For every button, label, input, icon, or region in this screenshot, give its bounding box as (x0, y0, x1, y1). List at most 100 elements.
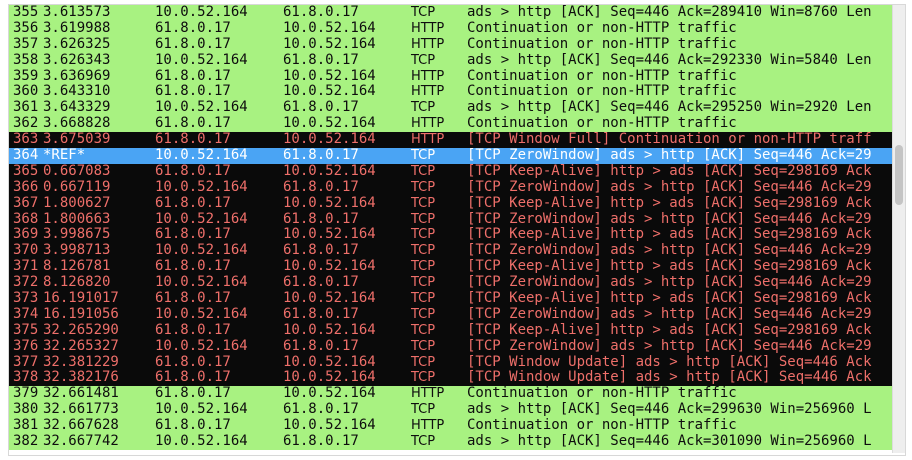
packet-protocol: TCP (411, 322, 436, 338)
packet-row[interactable]: 365 0.667083 61.8.0.17 10.0.52.164 TCP [TCP K… (9, 163, 892, 180)
packet-number: 375 (13, 322, 39, 338)
packet-time: 32.265290 (43, 322, 119, 338)
packet-protocol: TCP (411, 275, 436, 291)
packet-number: 365 (13, 163, 39, 179)
packet-destination: 10.0.52.164 (283, 354, 376, 370)
packet-protocol: TCP (411, 434, 436, 450)
packet-protocol: TCP (411, 179, 436, 195)
packet-row[interactable]: 375 32.265290 61.8.0.17 10.0.52.164 TCP [TCP … (9, 322, 892, 339)
packet-time: 3.643310 (43, 84, 111, 100)
packet-source: 10.0.52.164 (155, 211, 248, 227)
packet-row[interactable]: 364 *REF* 10.0.52.164 61.8.0.17 TCP [TCP Zero… (9, 148, 892, 164)
packet-source: 61.8.0.17 (155, 322, 231, 338)
packet-time: 3.619988 (43, 20, 111, 36)
packet-source: 61.8.0.17 (155, 227, 231, 243)
packet-row[interactable]: 357 3.626325 61.8.0.17 10.0.52.164 HTTP Conti… (9, 36, 892, 53)
packet-row[interactable]: 367 1.800627 61.8.0.17 10.0.52.164 TCP [TCP K… (9, 195, 892, 212)
packet-source: 61.8.0.17 (155, 84, 231, 100)
packet-info: [TCP Keep-Alive] http > ads [ACK] Seq=29… (467, 291, 872, 307)
packet-protocol: TCP (411, 5, 436, 20)
packet-info: ads > http [ACK] Seq=446 Ack=299630 Win=… (467, 402, 872, 418)
packet-destination: 10.0.52.164 (283, 227, 376, 243)
packet-destination: 61.8.0.17 (283, 148, 359, 164)
packet-row[interactable]: 379 32.661481 61.8.0.17 10.0.52.164 HTTP Cont… (9, 386, 892, 403)
packet-time: 3.636969 (43, 68, 111, 84)
packet-info: Continuation or non-HTTP traffic (467, 20, 737, 36)
packet-row[interactable]: 371 8.126781 61.8.0.17 10.0.52.164 TCP [TCP K… (9, 259, 892, 276)
packet-row[interactable]: 380 32.661773 10.0.52.164 61.8.0.17 TCP ads >… (9, 402, 892, 419)
packet-row[interactable]: 378 32.382176 61.8.0.17 10.0.52.164 TCP [TCP … (9, 370, 892, 387)
packet-number: 373 (13, 291, 39, 307)
packet-info: Continuation or non-HTTP traffic (467, 418, 737, 434)
packet-source: 61.8.0.17 (155, 418, 231, 434)
packet-number: 356 (13, 20, 39, 36)
packet-row[interactable]: 360 3.643310 61.8.0.17 10.0.52.164 HTTP Conti… (9, 84, 892, 101)
packet-row[interactable]: 363 3.675039 61.8.0.17 10.0.52.164 HTTP [TCP … (9, 132, 892, 149)
packet-row[interactable]: 376 32.265327 10.0.52.164 61.8.0.17 TCP [TCP … (9, 338, 892, 355)
packet-destination: 10.0.52.164 (283, 418, 376, 434)
packet-destination: 61.8.0.17 (283, 52, 359, 68)
packet-protocol: TCP (411, 52, 436, 68)
packet-info: [TCP Keep-Alive] http > ads [ACK] Seq=29… (467, 259, 872, 275)
packet-time: 16.191056 (43, 306, 119, 322)
packet-source: 10.0.52.164 (155, 275, 248, 291)
packet-info: [TCP ZeroWindow] ads > http [ACK] Seq=44… (467, 306, 872, 322)
packet-destination: 10.0.52.164 (283, 132, 376, 148)
packet-destination: 10.0.52.164 (283, 259, 376, 275)
packet-source: 10.0.52.164 (155, 402, 248, 418)
packet-time: 16.191017 (43, 291, 119, 307)
packet-row[interactable]: 381 32.667628 61.8.0.17 10.0.52.164 HTTP Cont… (9, 418, 892, 435)
packet-number: 362 (13, 116, 39, 132)
packet-destination: 10.0.52.164 (283, 84, 376, 100)
packet-time: 0.667119 (43, 179, 111, 195)
scrollbar-thumb[interactable] (895, 145, 903, 205)
packet-row[interactable]: 356 3.619988 61.8.0.17 10.0.52.164 HTTP Conti… (9, 20, 892, 37)
packet-protocol: HTTP (411, 36, 445, 52)
packet-time: 32.381229 (43, 354, 119, 370)
packet-source: 10.0.52.164 (155, 52, 248, 68)
packet-destination: 10.0.52.164 (283, 195, 376, 211)
packet-source: 61.8.0.17 (155, 259, 231, 275)
packet-row[interactable]: 369 3.998675 61.8.0.17 10.0.52.164 TCP [TCP K… (9, 227, 892, 244)
packet-time: 1.800663 (43, 211, 111, 227)
packet-source: 10.0.52.164 (155, 148, 248, 164)
packet-time: 3.626325 (43, 36, 111, 52)
packet-number: 378 (13, 370, 39, 386)
packet-row[interactable]: 368 1.800663 10.0.52.164 61.8.0.17 TCP [TCP Z… (9, 211, 892, 228)
packet-time: 3.613573 (43, 5, 111, 20)
packet-row[interactable]: 374 16.191056 10.0.52.164 61.8.0.17 TCP [TCP … (9, 306, 892, 323)
packet-row[interactable]: 382 32.667742 10.0.52.164 61.8.0.17 TCP ads >… (9, 434, 892, 450)
packet-info: [TCP Keep-Alive] http > ads [ACK] Seq=29… (467, 322, 872, 338)
packet-destination: 61.8.0.17 (283, 100, 359, 116)
packet-time: 3.668828 (43, 116, 111, 132)
packet-source: 10.0.52.164 (155, 179, 248, 195)
packet-number: 364 (13, 148, 39, 164)
packet-time: 1.800627 (43, 195, 111, 211)
packet-protocol: HTTP (411, 20, 445, 36)
packet-protocol: TCP (411, 259, 436, 275)
packet-protocol: HTTP (411, 116, 445, 132)
packet-row[interactable]: 366 0.667119 10.0.52.164 61.8.0.17 TCP [TCP Z… (9, 179, 892, 196)
packet-number: 377 (13, 354, 39, 370)
packet-time: 32.382176 (43, 370, 119, 386)
packet-destination: 10.0.52.164 (283, 163, 376, 179)
packet-row[interactable]: 370 3.998713 10.0.52.164 61.8.0.17 TCP [TCP Z… (9, 243, 892, 260)
packet-row[interactable]: 355 3.613573 10.0.52.164 61.8.0.17 TCP ads > … (9, 5, 892, 21)
packet-source: 61.8.0.17 (155, 116, 231, 132)
packet-row[interactable]: 372 8.126820 10.0.52.164 61.8.0.17 TCP [TCP Z… (9, 275, 892, 292)
packet-row[interactable]: 358 3.626343 10.0.52.164 61.8.0.17 TCP ads > … (9, 52, 892, 69)
packet-time: 3.643329 (43, 100, 111, 116)
packet-source: 10.0.52.164 (155, 338, 248, 354)
packet-info: [TCP Keep-Alive] http > ads [ACK] Seq=29… (467, 227, 872, 243)
packet-row[interactable]: 373 16.191017 61.8.0.17 10.0.52.164 TCP [TCP … (9, 291, 892, 307)
packet-row[interactable]: 377 32.381229 61.8.0.17 10.0.52.164 TCP [TCP … (9, 354, 892, 371)
packet-list: 355 3.613573 10.0.52.164 61.8.0.17 TCP ads > … (9, 5, 892, 453)
packet-source: 10.0.52.164 (155, 434, 248, 450)
packet-protocol: TCP (411, 291, 436, 307)
vertical-scrollbar[interactable] (892, 5, 905, 453)
packet-row[interactable]: 362 3.668828 61.8.0.17 10.0.52.164 HTTP Conti… (9, 116, 892, 133)
packet-destination: 10.0.52.164 (283, 386, 376, 402)
packet-row[interactable]: 359 3.636969 61.8.0.17 10.0.52.164 HTTP Conti… (9, 68, 892, 85)
packet-protocol: TCP (411, 100, 436, 116)
packet-row[interactable]: 361 3.643329 10.0.52.164 61.8.0.17 TCP ads > … (9, 100, 892, 117)
